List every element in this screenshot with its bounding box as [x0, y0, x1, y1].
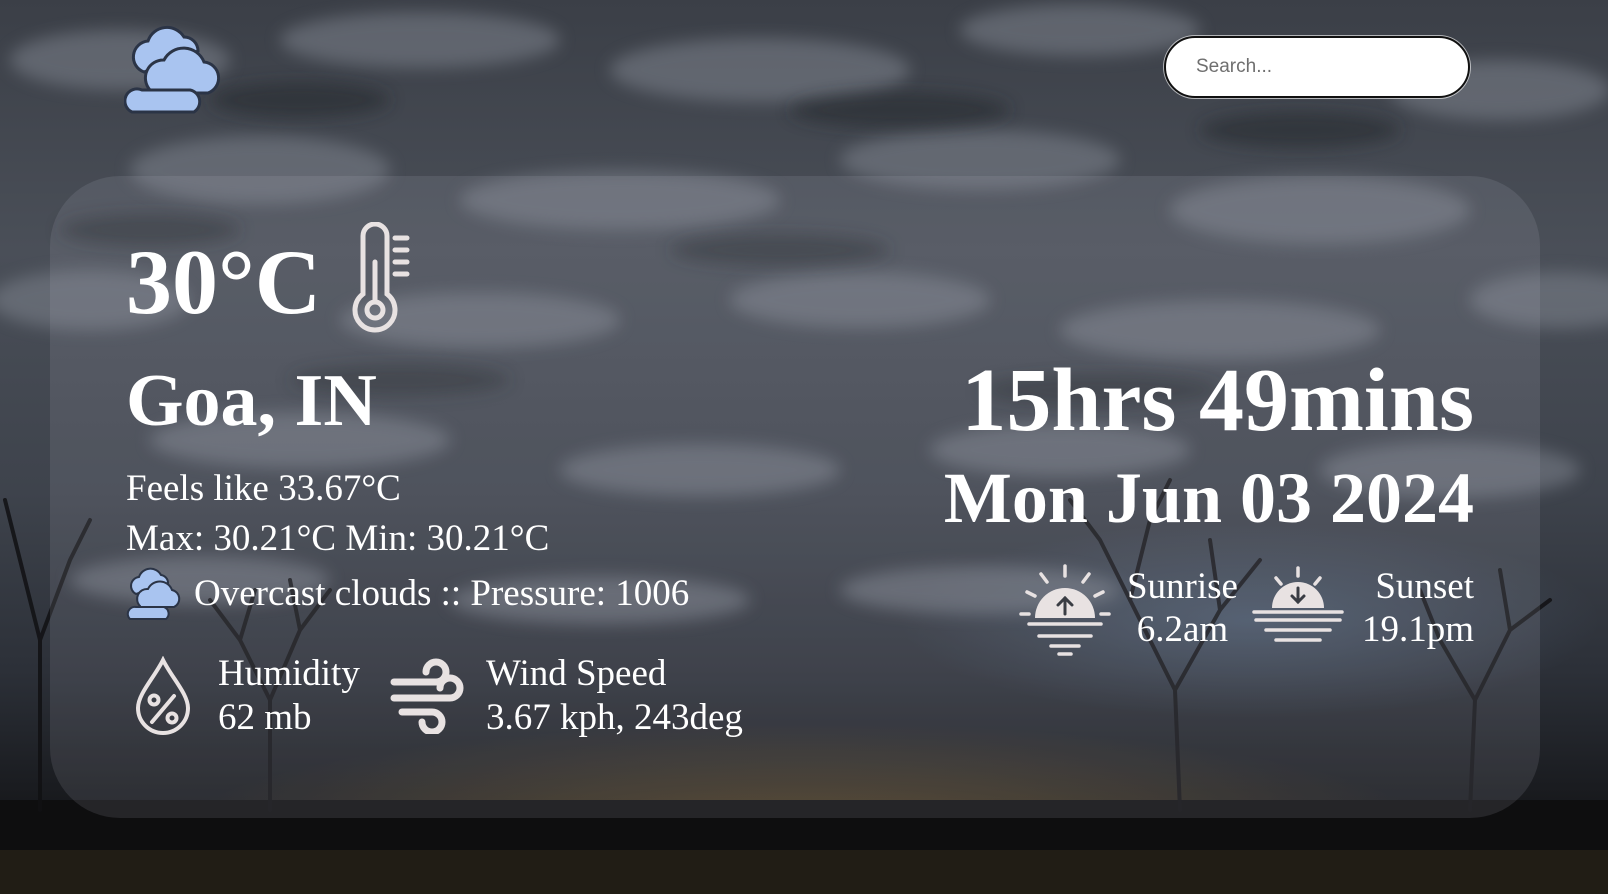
- wind-stat: Wind Speed 3.67 kph, 243deg: [388, 652, 743, 740]
- temperature-value: 30°C: [126, 231, 322, 333]
- sunset-block: Sunset 19.1pm: [1362, 565, 1474, 651]
- thermometer-icon: [352, 222, 410, 333]
- wind-value: 3.67 kph, 243deg: [486, 697, 743, 738]
- max-min-text: Max: 30.21°C Min: 30.21°C: [126, 518, 550, 559]
- wind-icon: [390, 658, 464, 734]
- sunset-icon: [1252, 566, 1344, 642]
- sun-times: Sunrise 6.2am Sunset 19.1pm: [1017, 560, 1474, 656]
- humidity-drop-icon: [135, 656, 191, 735]
- feels-like-text: Feels like 33.67°C: [126, 468, 401, 509]
- condition-row: Overcast clouds :: Pressure: 1006: [126, 566, 689, 620]
- humidity-value: 62 mb: [218, 697, 312, 738]
- sunset-label: Sunset: [1375, 566, 1474, 607]
- humidity-stat: Humidity 62 mb: [134, 652, 360, 740]
- sunset-value: 19.1pm: [1361, 609, 1474, 650]
- cloud-icon: [126, 567, 181, 620]
- search-input[interactable]: [1164, 36, 1470, 98]
- temperature-row: 30°C: [126, 222, 411, 334]
- sunrise-value: 6.2am: [1136, 609, 1229, 650]
- current-date: Mon Jun 03 2024: [943, 458, 1474, 538]
- condition-text: Overcast clouds :: Pressure: 1006: [194, 572, 690, 614]
- sunrise-label: Sunrise: [1126, 566, 1238, 607]
- location-name: Goa, IN: [126, 360, 377, 442]
- search-bar: [1164, 36, 1470, 98]
- humidity-label: Humidity: [218, 653, 360, 694]
- wind-label: Wind Speed: [486, 653, 667, 694]
- cloud-icon: [124, 25, 221, 114]
- sunrise-icon: [1019, 564, 1111, 656]
- day-length: 15hrs 49mins: [961, 351, 1474, 450]
- sunrise-block: Sunrise 6.2am: [1127, 565, 1238, 651]
